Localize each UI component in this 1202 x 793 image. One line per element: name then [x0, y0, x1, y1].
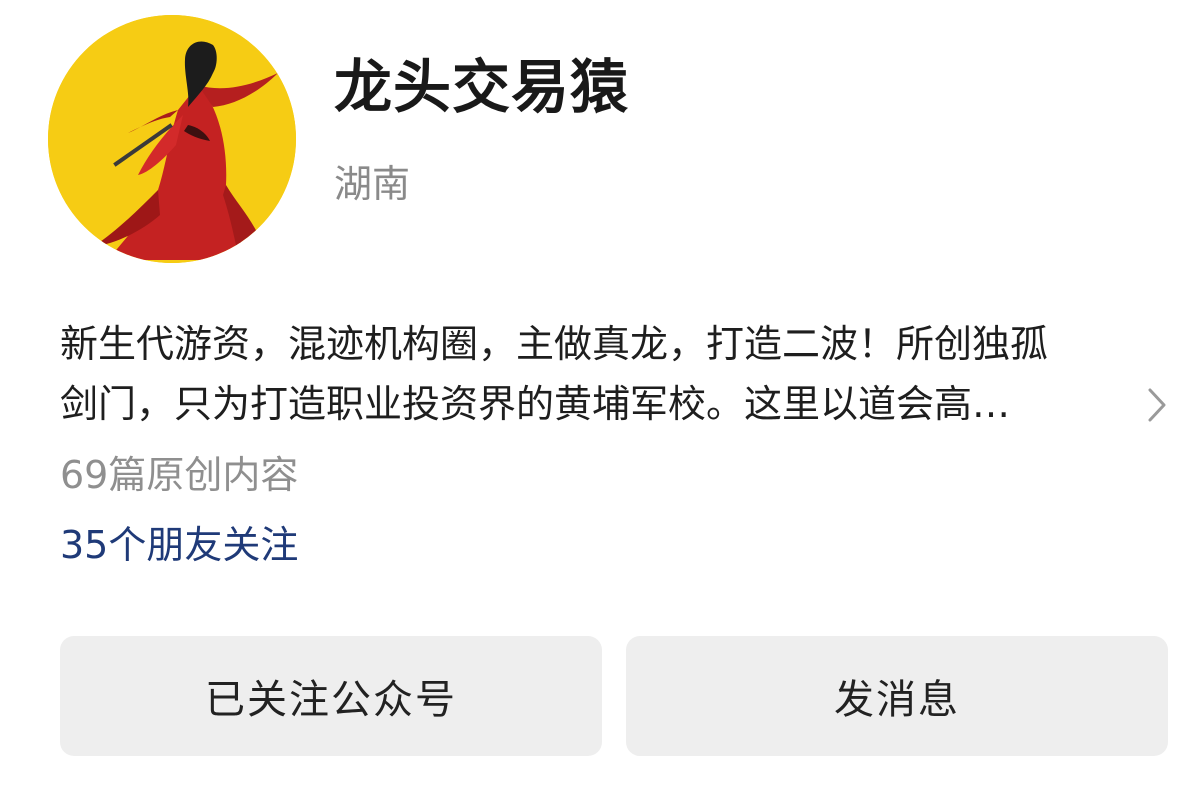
chevron-right-icon[interactable]: [1140, 382, 1174, 428]
bio-line-2: 剑门，只为打造职业投资界的黄埔军校。这里以道会高…: [60, 382, 1011, 426]
account-name: 龙头交易猿: [334, 53, 630, 121]
original-content-count[interactable]: 69篇原创内容: [60, 450, 298, 500]
followed-official-account-button[interactable]: 已关注公众号: [60, 636, 602, 756]
bio-line-1: 新生代游资，混迹机构圈，主做真龙，打造二波！所创独孤: [60, 322, 1049, 366]
avatar[interactable]: [48, 15, 296, 263]
friends-following-link[interactable]: 35个朋友关注: [60, 520, 298, 570]
account-bio[interactable]: 新生代游资，混迹机构圈，主做真龙，打造二波！所创独孤 剑门，只为打造职业投资界的…: [60, 314, 1160, 434]
account-region: 湖南: [334, 162, 411, 206]
send-message-button[interactable]: 发消息: [626, 636, 1168, 756]
swordsman-avatar-icon: [48, 15, 296, 263]
